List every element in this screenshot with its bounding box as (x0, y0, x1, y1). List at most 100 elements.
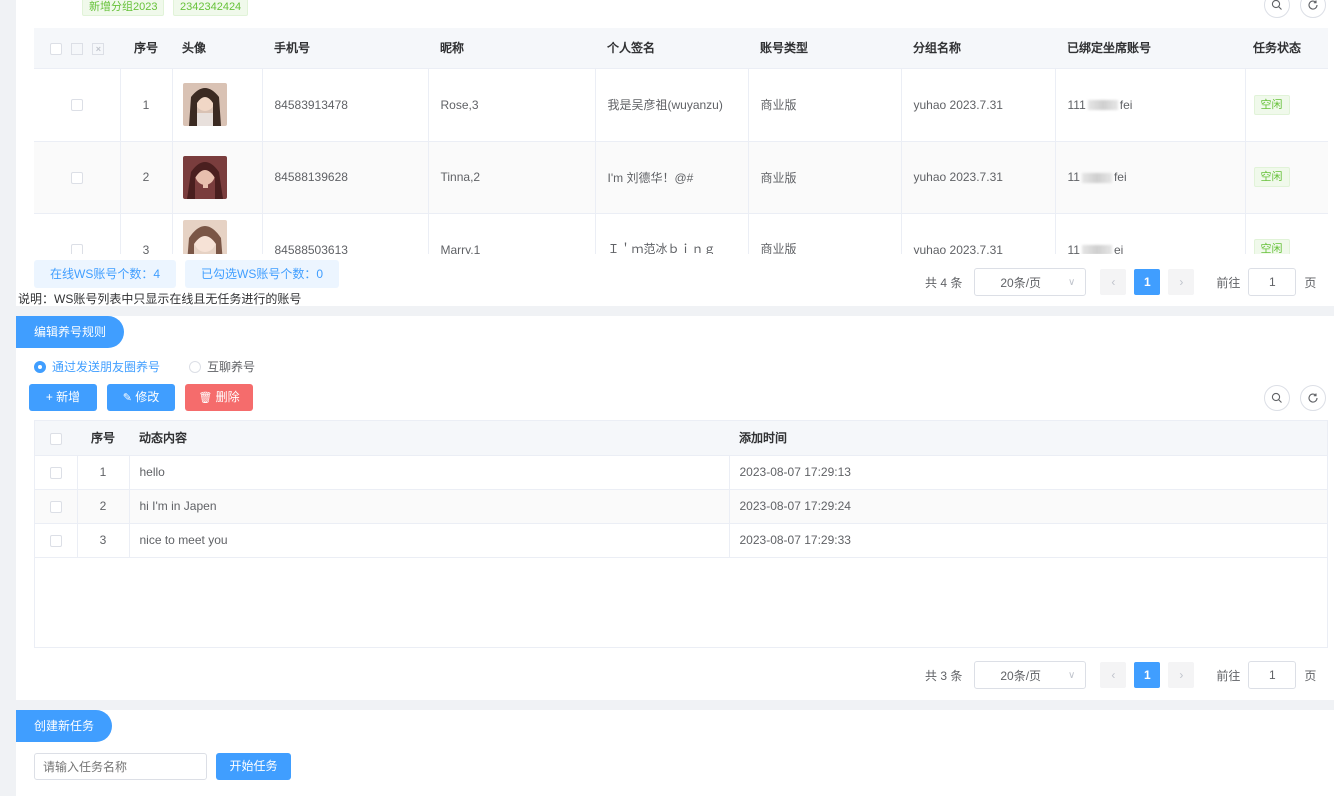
radio-moments-label: 通过发送朋友圈养号 (52, 360, 161, 374)
row-content: nice to meet you (129, 523, 730, 558)
row-nickname: Marry,1 (428, 213, 596, 254)
goto-label: 前往 (1216, 668, 1241, 683)
row-content: hello (129, 455, 730, 490)
col-signature: 个人签名 (595, 28, 748, 69)
table-row[interactable]: 2 84588139628 Tinna,2 I'm 刘德华！@# 商业版 yuh… (34, 141, 1328, 214)
select-all-checkbox[interactable] (49, 42, 62, 55)
edit-button-label: 修改 (135, 390, 160, 404)
accounts-table-wrap[interactable]: × 序号 头像 手机号 昵称 个人签名 账号类型 分组名称 已绑定坐席账号 任务… (34, 28, 1328, 254)
search-toggle-button[interactable] (1264, 0, 1290, 18)
select-all-header[interactable]: × (34, 28, 120, 69)
next-page-button[interactable]: › (1168, 269, 1195, 295)
row-account-type: 商业版 (748, 141, 902, 214)
radio-chat-dot[interactable] (189, 360, 201, 373)
col-status: 任务状态 (1245, 28, 1328, 69)
seat-suffix: fei (1119, 97, 1133, 112)
blurred-text (1081, 172, 1112, 183)
table-row[interactable]: 3 nice to meet you 2023-08-07 17:29:33 (35, 523, 1327, 558)
row-seat: 11 ei (1055, 213, 1246, 255)
page-size-select[interactable]: 20条/页 ∨ (974, 268, 1087, 296)
rules-table: 序号 动态内容 添加时间 1 hello 2023-08-07 17:29:13… (35, 421, 1327, 558)
chevron-down-icon: ∨ (1068, 669, 1076, 681)
chevron-left-icon: ‹ (1111, 275, 1116, 289)
group-tag-2[interactable]: 2342342424 (173, 0, 249, 16)
seat-prefix: 11 (1067, 242, 1080, 255)
task-name-input[interactable] (34, 753, 207, 780)
row-checkbox[interactable] (70, 171, 83, 184)
chevron-left-icon: ‹ (1111, 668, 1116, 682)
prev-page-button[interactable]: ‹ (1100, 662, 1127, 688)
rules-section-title: 编辑养号规则 (16, 316, 125, 348)
clear-icon[interactable]: × (92, 42, 105, 55)
row-index: 1 (77, 455, 130, 490)
row-group: yuhao 2023.7.31 (901, 68, 1056, 142)
edit-icon: ✎ (122, 392, 132, 404)
accounts-table-header: × 序号 头像 手机号 昵称 个人签名 账号类型 分组名称 已绑定坐席账号 任务… (34, 28, 1328, 69)
online-count-box: 在线WS账号个数：4 (34, 260, 177, 288)
page-size-value: 20条/页 (1000, 275, 1042, 290)
table-row[interactable]: 1 84583913478 Rose,3 我是吴彦祖(wuyanzu) 商业版 … (34, 68, 1328, 142)
refresh-icon (1308, 0, 1318, 10)
row-phone: 84583913478 (262, 68, 429, 142)
row-checkbox[interactable] (49, 500, 62, 513)
next-page-button[interactable]: › (1168, 662, 1195, 688)
row-signature: I'm 刘德华！@# (595, 141, 749, 214)
status-badge: 空闲 (1253, 94, 1290, 115)
row-index: 1 (120, 68, 173, 142)
col-group: 分组名称 (901, 28, 1055, 69)
prev-page-button[interactable]: ‹ (1100, 269, 1127, 295)
row-group: yuhao 2023.7.31 (901, 213, 1056, 254)
row-nickname: Rose,3 (428, 68, 596, 142)
goto-page-input[interactable]: 1 (1248, 268, 1297, 296)
row-account-type: 商业版 (748, 68, 902, 142)
row-checkbox[interactable] (49, 534, 62, 547)
start-task-button[interactable]: 开始任务 (216, 753, 291, 780)
add-button[interactable]: + 新增 (29, 384, 97, 411)
group-tag-1[interactable]: 新增分组2023 (82, 0, 165, 16)
row-signature: 我是吴彦祖(wuyanzu) (595, 68, 749, 142)
edit-button[interactable]: ✎ 修改 (107, 384, 175, 411)
delete-button[interactable]: 🗑 删除 (185, 384, 253, 411)
radio-moments-dot[interactable] (34, 360, 46, 373)
row-nickname: Tinna,2 (428, 141, 596, 214)
radio-moments[interactable]: 通过发送朋友圈养号 (34, 358, 160, 375)
radio-chat[interactable]: 互聊养号 (189, 358, 255, 375)
pagination-total: 共 4 条 (925, 275, 963, 290)
row-phone: 84588503613 (262, 213, 429, 254)
table-row[interactable]: 2 hi I'm in Japen 2023-08-07 17:29:24 (35, 489, 1327, 524)
rules-table-wrap[interactable]: 序号 动态内容 添加时间 1 hello 2023-08-07 17:29:13… (34, 420, 1328, 648)
copy-icon[interactable] (71, 42, 83, 55)
avatar (182, 219, 227, 254)
page-number-button[interactable]: 1 (1134, 269, 1161, 295)
row-checkbox[interactable] (70, 244, 83, 254)
blurred-text (1081, 245, 1112, 254)
refresh-button[interactable] (1300, 385, 1326, 411)
status-badge: 空闲 (1253, 167, 1290, 187)
page-size-select[interactable]: 20条/页 ∨ (974, 661, 1087, 689)
seat-suffix: ei (1113, 242, 1124, 255)
rules-card: 编辑养号规则 通过发送朋友圈养号 互聊养号 + 新增 ✎ 修改 🗑 删除 序号 … (16, 316, 1334, 700)
accounts-pagination: 共 4 条 20条/页 ∨ ‹ 1 › 前往 1 页 (925, 268, 1316, 296)
table-row[interactable]: 3 84588503613 Marry,1 Ｉ＇ｍ范冰ｂｉｎｇ 商业版 yuha… (34, 213, 1328, 254)
radio-chat-label: 互聊养号 (207, 360, 256, 374)
col-index: 序号 (77, 421, 129, 456)
trash-icon: 🗑 (198, 392, 213, 404)
select-all-checkbox[interactable] (50, 432, 62, 445)
row-phone: 84588139628 (262, 141, 429, 214)
row-content: hi I'm in Japen (129, 489, 730, 524)
accounts-table: × 序号 头像 手机号 昵称 个人签名 账号类型 分组名称 已绑定坐席账号 任务… (34, 28, 1328, 254)
search-icon (1271, 392, 1282, 403)
col-seat: 已绑定坐席账号 (1055, 28, 1245, 69)
row-checkbox[interactable] (49, 466, 62, 479)
table-row[interactable]: 1 hello 2023-08-07 17:29:13 (35, 455, 1327, 490)
rules-pagination: 共 3 条 20条/页 ∨ ‹ 1 › 前往 1 页 (925, 661, 1316, 689)
goto-page-input[interactable]: 1 (1248, 661, 1297, 689)
selected-count-box: 已勾选WS账号个数：0 (185, 260, 340, 288)
search-toggle-button[interactable] (1264, 385, 1290, 411)
row-checkbox[interactable] (70, 99, 83, 112)
page-number-button[interactable]: 1 (1134, 662, 1161, 688)
status-badge: 空闲 (1253, 238, 1290, 254)
refresh-button[interactable] (1300, 0, 1326, 18)
row-signature: Ｉ＇ｍ范冰ｂｉｎｇ (595, 213, 749, 254)
accounts-note: 说明：WS账号列表中只显示在线且无任务进行的账号 (18, 292, 302, 306)
